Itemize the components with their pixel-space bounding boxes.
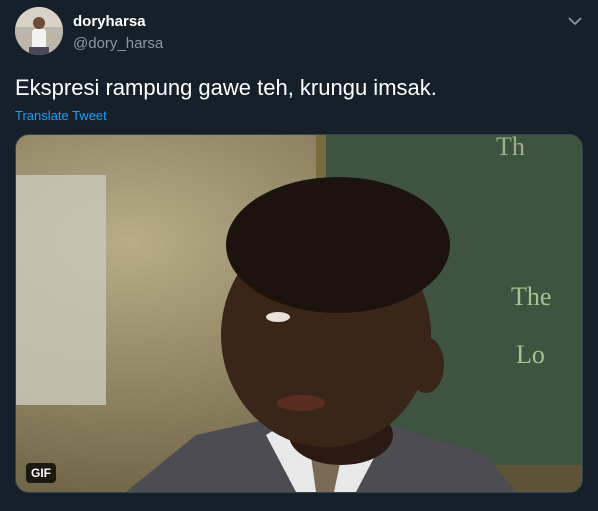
avatar[interactable] <box>15 7 63 55</box>
author-info[interactable]: doryharsa @dory_harsa <box>73 12 163 54</box>
tweet-text: Ekspresi rampung gawe teh, krungu imsak. <box>15 75 437 100</box>
display-name[interactable]: doryharsa <box>73 12 163 32</box>
gif-frame-illustration: Th The Lo <box>16 135 582 492</box>
svg-text:Th: Th <box>496 135 525 161</box>
svg-text:The: The <box>511 282 551 311</box>
user-handle[interactable]: @dory_harsa <box>73 34 163 54</box>
chevron-down-icon[interactable] <box>565 11 585 31</box>
gif-badge: GIF <box>26 463 56 483</box>
translate-tweet-link[interactable]: Translate Tweet <box>15 108 107 123</box>
tweet-media-gif[interactable]: Th The Lo GIF <box>15 134 583 493</box>
svg-text:Lo: Lo <box>516 340 545 369</box>
